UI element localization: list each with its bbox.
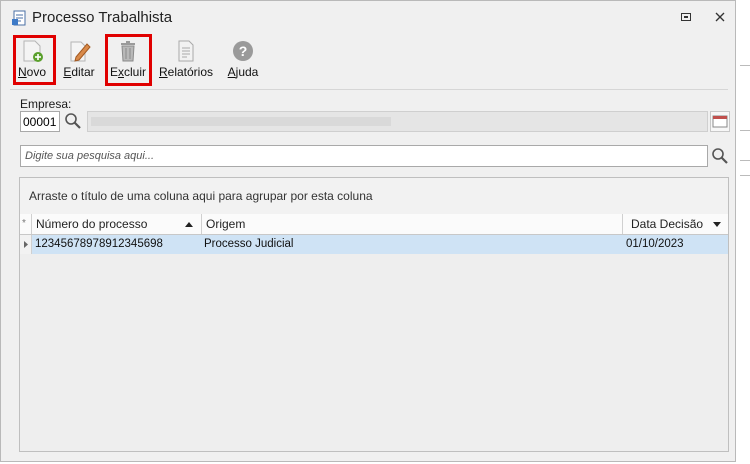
empresa-code-input[interactable] [20, 111, 60, 132]
empresa-label: Empresa: [20, 97, 72, 111]
row-pointer-icon [24, 241, 28, 248]
calculator-button[interactable] [710, 111, 730, 132]
search-input[interactable] [20, 145, 708, 167]
grid-header: * Número do processo Origem Data Decisão [20, 214, 728, 235]
sort-asc-icon [185, 222, 193, 227]
toolbar-divider [10, 89, 728, 90]
editar-button[interactable]: Editar [59, 34, 99, 84]
header-indicator: * [20, 214, 32, 234]
cell-data-decisao: 01/10/2023 [626, 238, 684, 250]
cell-numero-processo: 12345678978912345698 [35, 238, 163, 250]
cell-origem: Processo Judicial [204, 238, 294, 250]
close-icon[interactable] [713, 10, 727, 24]
column-origem[interactable]: Origem [202, 214, 623, 234]
calculator-icon [712, 115, 728, 128]
row-indicator [20, 235, 32, 254]
background-window-edge [736, 0, 750, 464]
report-icon [178, 40, 194, 62]
empresa-search-icon[interactable] [62, 111, 84, 132]
document-icon [12, 10, 26, 26]
empresa-name-field [87, 111, 708, 132]
title-bar: Processo Trabalhista [1, 1, 735, 34]
processo-trabalhista-window: Processo Trabalhista Novo Editar Excluir… [0, 0, 736, 462]
novo-highlight [13, 35, 56, 85]
excluir-highlight [105, 34, 152, 86]
column-numero-processo[interactable]: Número do processo [32, 214, 202, 234]
group-by-hint: Arraste o título de uma coluna aqui para… [29, 189, 373, 203]
empresa-name-redacted [91, 117, 391, 126]
relatorios-button[interactable]: Relatórios [157, 34, 215, 84]
data-grid: Arraste o título de uma coluna aqui para… [19, 177, 729, 452]
svg-text:?: ? [239, 43, 248, 59]
column-data-decisao[interactable]: Data Decisão [623, 214, 728, 234]
search-icon[interactable] [710, 145, 730, 167]
ajuda-button[interactable]: ? Ajuda [223, 34, 263, 84]
chevron-down-icon[interactable] [713, 222, 721, 228]
help-icon: ? [233, 41, 253, 61]
group-by-panel[interactable]: Arraste o título de uma coluna aqui para… [20, 178, 728, 215]
restore-icon[interactable] [679, 10, 693, 24]
edit-icon [70, 41, 91, 62]
window-title: Processo Trabalhista [32, 9, 173, 26]
table-row[interactable]: 12345678978912345698 Processo Judicial 0… [20, 235, 728, 254]
